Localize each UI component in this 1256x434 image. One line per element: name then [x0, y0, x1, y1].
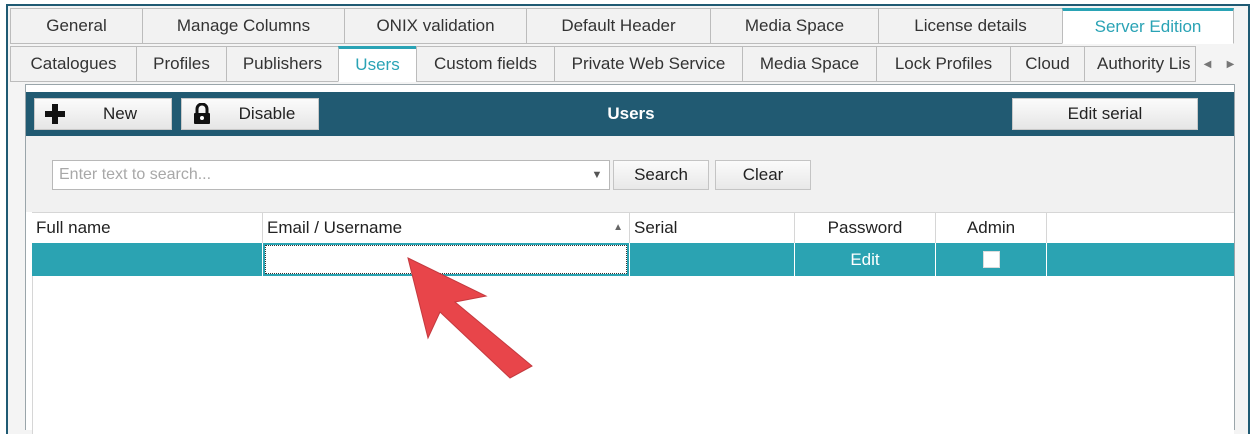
- column-header-password[interactable]: Password: [795, 213, 936, 243]
- cell-admin[interactable]: [936, 243, 1047, 276]
- panel-title: Users: [607, 104, 655, 123]
- tab-default-header[interactable]: Default Header: [526, 8, 710, 44]
- tab-scroll-controls: ◀ ▶: [1196, 46, 1242, 82]
- table-row[interactable]: Edit: [32, 243, 1234, 276]
- column-header-filler: [1047, 213, 1234, 243]
- tab-lock-profiles[interactable]: Lock Profiles: [876, 46, 1010, 82]
- tab-server-edition[interactable]: Server Edition: [1062, 8, 1234, 44]
- tab-scroll-right-icon[interactable]: ▶: [1227, 59, 1235, 70]
- new-button-label: New: [102, 104, 137, 123]
- grid-empty-area: [32, 276, 1234, 434]
- tab-cloud[interactable]: Cloud: [1010, 46, 1084, 82]
- edit-serial-button[interactable]: Edit serial: [1012, 98, 1198, 130]
- cell-filler: [1047, 243, 1234, 276]
- tab-row-primary: General Manage Columns ONIX validation D…: [10, 8, 1234, 44]
- clear-button[interactable]: Clear: [715, 160, 811, 190]
- tab-row-secondary: Catalogues Profiles Publishers Users Cus…: [10, 46, 1196, 82]
- tab-onix-validation[interactable]: ONIX validation: [344, 8, 526, 44]
- admin-checkbox[interactable]: [982, 251, 1000, 268]
- tab-catalogues[interactable]: Catalogues: [10, 46, 136, 82]
- column-header-email-label: Email / Username: [267, 218, 403, 237]
- tab-license-details[interactable]: License details: [878, 8, 1062, 44]
- sort-ascending-icon: ▲: [613, 222, 623, 233]
- column-header-admin[interactable]: Admin: [936, 213, 1047, 243]
- disable-button-label: Disable: [238, 104, 296, 123]
- tab-scroll-left-icon[interactable]: ◀: [1204, 59, 1212, 70]
- tab-profiles[interactable]: Profiles: [136, 46, 226, 82]
- tab-media-space[interactable]: Media Space: [710, 8, 878, 44]
- tab-manage-columns[interactable]: Manage Columns: [142, 8, 344, 44]
- new-button[interactable]: New: [34, 98, 172, 130]
- tab-publishers[interactable]: Publishers: [226, 46, 338, 82]
- cell-serial[interactable]: [630, 243, 795, 276]
- cell-password-edit-link[interactable]: Edit: [795, 243, 936, 276]
- cell-email[interactable]: [263, 243, 630, 276]
- column-header-email[interactable]: Email / Username ▲: [263, 213, 630, 243]
- disable-button[interactable]: Disable: [181, 98, 319, 130]
- column-header-serial[interactable]: Serial: [630, 213, 795, 243]
- tab-custom-fields[interactable]: Custom fields: [416, 46, 554, 82]
- email-edit-field[interactable]: [265, 245, 627, 274]
- tab-private-web-service[interactable]: Private Web Service: [554, 46, 742, 82]
- tab-general[interactable]: General: [10, 8, 142, 44]
- grid-header: Full name Email / Username ▲ Serial Pass…: [32, 212, 1234, 244]
- users-toolbar: New Disable Users Edit serial: [26, 92, 1234, 136]
- tab-authority-lists[interactable]: Authority Lis: [1084, 46, 1196, 82]
- search-button[interactable]: Search: [613, 160, 709, 190]
- lock-icon: [182, 103, 222, 125]
- cell-full-name[interactable]: [32, 243, 263, 276]
- search-bar: ▼ Search Clear: [26, 136, 1234, 212]
- plus-icon: [35, 103, 75, 125]
- tab-users[interactable]: Users: [338, 46, 416, 82]
- column-header-full-name[interactable]: Full name: [32, 213, 263, 243]
- tab-media-space-secondary[interactable]: Media Space: [742, 46, 876, 82]
- chevron-down-icon[interactable]: ▼: [586, 162, 608, 188]
- search-input[interactable]: [52, 160, 610, 190]
